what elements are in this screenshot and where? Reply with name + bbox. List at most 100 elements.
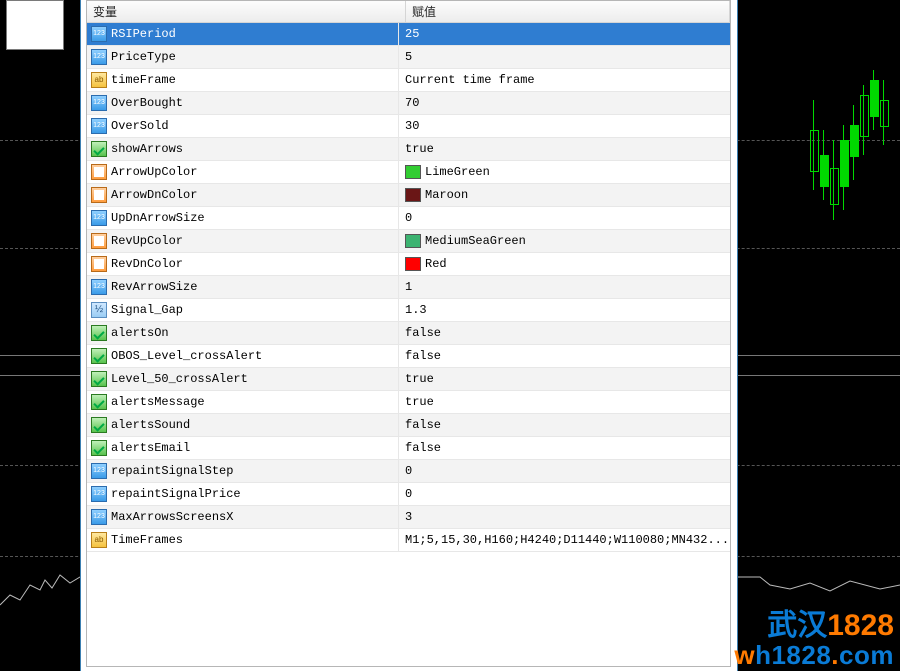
param-name-cell[interactable]: Signal_Gap [87, 299, 399, 321]
param-value-cell[interactable]: false [399, 322, 730, 344]
parameters-grid: 变量 赋值 RSIPeriod 25 PriceType 5 timeFrameCurr… [86, 0, 731, 667]
param-row[interactable]: repaintSignalStep0 [87, 460, 730, 483]
type-integer-icon [91, 279, 107, 295]
type-color-icon [91, 187, 107, 203]
param-name-cell[interactable]: RevDnColor [87, 253, 399, 275]
param-name-cell[interactable]: alertsMessage [87, 391, 399, 413]
param-value-cell[interactable]: M1;5,15,30,H160;H4240;D11440;W110080;MN4… [399, 529, 730, 551]
type-bool-icon [91, 141, 107, 157]
type-color-icon [91, 164, 107, 180]
param-row[interactable]: alertsMessage true [87, 391, 730, 414]
param-row[interactable]: OverBought 70 [87, 92, 730, 115]
type-integer-icon [91, 210, 107, 226]
param-value: 0 [405, 211, 412, 225]
param-value-cell[interactable]: true [399, 368, 730, 390]
param-name-cell[interactable]: ArrowUpColor [87, 161, 399, 183]
type-color-icon [91, 233, 107, 249]
param-value: 25 [405, 27, 419, 41]
param-value: 70 [405, 96, 419, 110]
param-value-cell[interactable]: 1 [399, 276, 730, 298]
param-row[interactable]: RevDnColorRed [87, 253, 730, 276]
param-value-cell[interactable]: false [399, 414, 730, 436]
param-name-cell[interactable]: alertsEmail [87, 437, 399, 459]
type-bool-icon [91, 325, 107, 341]
param-name-cell[interactable]: timeFrame [87, 69, 399, 91]
param-row[interactable]: alertsSoundfalse [87, 414, 730, 437]
type-bool-icon [91, 371, 107, 387]
param-row[interactable]: alertsOn false [87, 322, 730, 345]
param-value-cell[interactable]: Red [399, 253, 730, 275]
param-value: 1.3 [405, 303, 427, 317]
param-name-cell[interactable]: OverBought [87, 92, 399, 114]
column-header-variable[interactable]: 变量 [87, 1, 406, 23]
param-row[interactable]: Signal_Gap 1.3 [87, 299, 730, 322]
type-double-icon [91, 302, 107, 318]
param-name-cell[interactable]: MaxArrowsScreensX [87, 506, 399, 528]
param-value: 5 [405, 50, 412, 64]
param-row[interactable]: repaintSignalPrice0 [87, 483, 730, 506]
param-row[interactable]: alertsEmailfalse [87, 437, 730, 460]
param-value-cell[interactable]: LimeGreen [399, 161, 730, 183]
param-name-cell[interactable]: OBOS_Level_crossAlert [87, 345, 399, 367]
type-integer-icon [91, 118, 107, 134]
param-row[interactable]: OBOS_Level_crossAlert false [87, 345, 730, 368]
param-row[interactable]: Level_50_crossAlerttrue [87, 368, 730, 391]
param-name-cell[interactable]: RevArrowSize [87, 276, 399, 298]
param-name: Signal_Gap [111, 303, 183, 317]
param-value-cell[interactable]: 5 [399, 46, 730, 68]
type-integer-icon [91, 463, 107, 479]
param-name-cell[interactable]: Level_50_crossAlert [87, 368, 399, 390]
param-value-cell[interactable]: false [399, 345, 730, 367]
column-header-value[interactable]: 赋值 [406, 1, 730, 23]
param-value: true [405, 142, 434, 156]
param-value-cell[interactable]: 0 [399, 460, 730, 482]
param-value-cell[interactable]: 1.3 [399, 299, 730, 321]
type-integer-icon [91, 49, 107, 65]
param-value-cell[interactable]: Maroon [399, 184, 730, 206]
param-value-cell[interactable]: 25 [399, 23, 730, 45]
param-value-cell[interactable]: 3 [399, 506, 730, 528]
param-row[interactable]: showArrows true [87, 138, 730, 161]
param-name-cell[interactable]: alertsSound [87, 414, 399, 436]
param-value: true [405, 395, 434, 409]
param-value-cell[interactable]: 0 [399, 483, 730, 505]
param-name-cell[interactable]: ArrowDnColor [87, 184, 399, 206]
param-value-cell[interactable]: Current time frame [399, 69, 730, 91]
param-name: OBOS_Level_crossAlert [111, 349, 262, 363]
param-value-cell[interactable]: false [399, 437, 730, 459]
param-name-cell[interactable]: TimeFrames [87, 529, 399, 551]
indicator-settings-dialog: 变量 赋值 RSIPeriod 25 PriceType 5 timeFrameCurr… [80, 0, 738, 671]
param-name-cell[interactable]: showArrows [87, 138, 399, 160]
param-row[interactable]: RSIPeriod 25 [87, 23, 730, 46]
param-name: PriceType [111, 50, 176, 64]
param-value: M1;5,15,30,H160;H4240;D11440;W110080;MN4… [405, 533, 729, 547]
param-name: alertsOn [111, 326, 169, 340]
param-row[interactable]: timeFrameCurrent time frame [87, 69, 730, 92]
param-row[interactable]: TimeFrames M1;5,15,30,H160;H4240;D11440;W… [87, 529, 730, 552]
param-value-cell[interactable]: true [399, 138, 730, 160]
param-row[interactable]: PriceType 5 [87, 46, 730, 69]
param-name-cell[interactable]: repaintSignalStep [87, 460, 399, 482]
param-row[interactable]: UpDnArrowSize 0 [87, 207, 730, 230]
param-row[interactable]: ArrowUpColorLimeGreen [87, 161, 730, 184]
param-value-cell[interactable]: MediumSeaGreen [399, 230, 730, 252]
type-bool-icon [91, 440, 107, 456]
param-value-cell[interactable]: 70 [399, 92, 730, 114]
param-name-cell[interactable]: alertsOn [87, 322, 399, 344]
param-name-cell[interactable]: RevUpColor [87, 230, 399, 252]
param-name-cell[interactable]: PriceType [87, 46, 399, 68]
param-name-cell[interactable]: repaintSignalPrice [87, 483, 399, 505]
param-name-cell[interactable]: RSIPeriod [87, 23, 399, 45]
param-value-cell[interactable]: 0 [399, 207, 730, 229]
param-value-cell[interactable]: true [399, 391, 730, 413]
param-row[interactable]: MaxArrowsScreensX3 [87, 506, 730, 529]
color-swatch [405, 188, 421, 202]
param-name: OverSold [111, 119, 169, 133]
param-name-cell[interactable]: UpDnArrowSize [87, 207, 399, 229]
param-name-cell[interactable]: OverSold [87, 115, 399, 137]
param-row[interactable]: RevUpColorMediumSeaGreen [87, 230, 730, 253]
param-row[interactable]: RevArrowSize1 [87, 276, 730, 299]
param-value-cell[interactable]: 30 [399, 115, 730, 137]
param-row[interactable]: OverSold 30 [87, 115, 730, 138]
param-row[interactable]: ArrowDnColorMaroon [87, 184, 730, 207]
